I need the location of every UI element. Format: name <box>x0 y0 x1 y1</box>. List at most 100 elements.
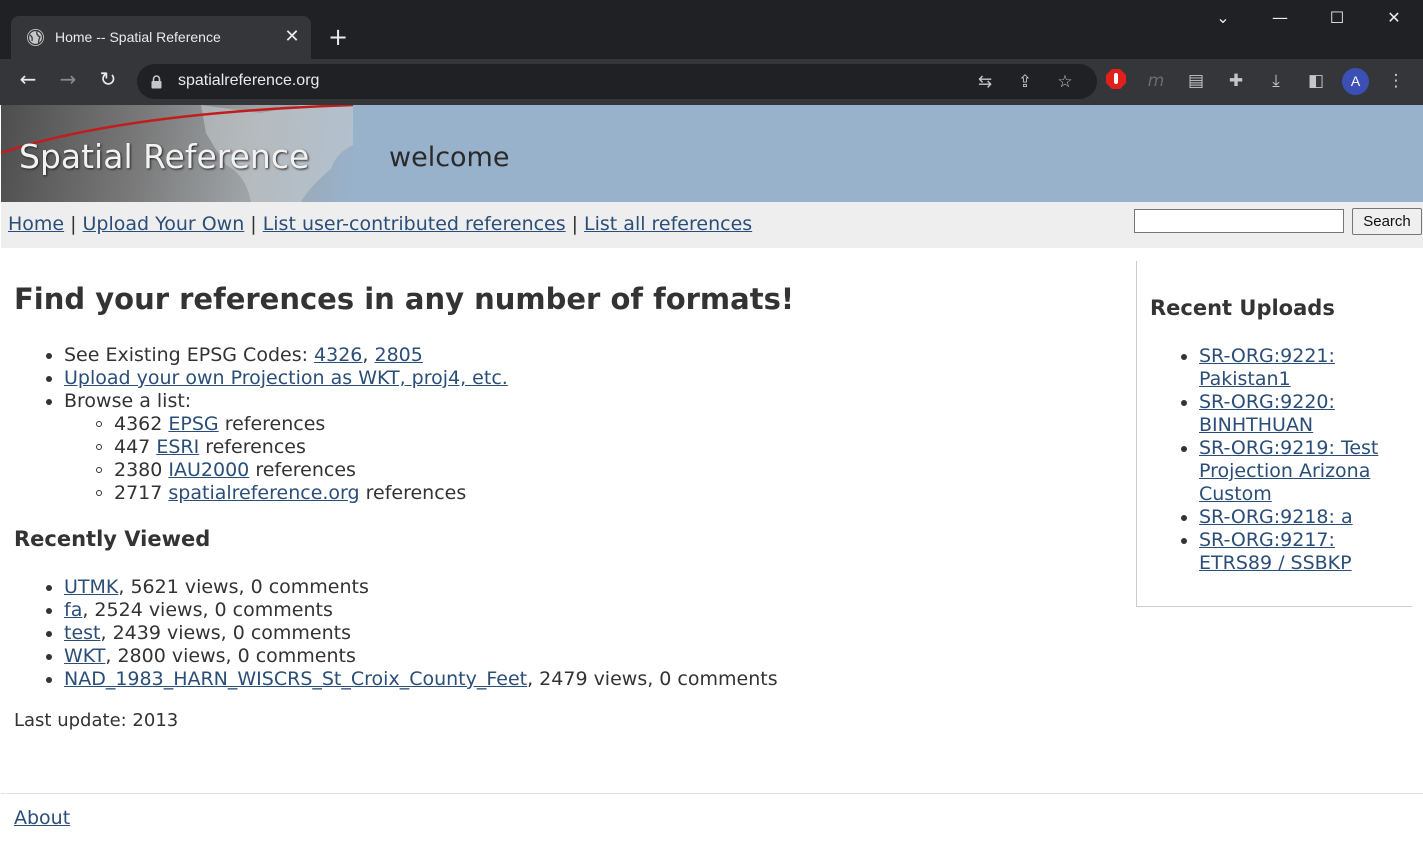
list-item: Browse a list: <box>46 390 508 413</box>
count: 2380 <box>114 459 163 481</box>
upload-line: ETRS89 / SSBKP <box>1199 552 1352 574</box>
sr-org-list-link[interactable]: spatialreference.org <box>168 482 359 504</box>
search-input[interactable] <box>1134 209 1344 233</box>
view-stats: , 2524 views, 0 comments <box>82 599 333 621</box>
bullet <box>1181 515 1187 521</box>
lock-icon[interactable] <box>151 74 162 93</box>
upload-link-9220[interactable]: SR-ORG:9220: BINHTHUAN <box>1199 391 1335 436</box>
recent-uploads-heading: Recent Uploads <box>1150 296 1335 320</box>
upload-line: BINHTHUAN <box>1199 414 1314 436</box>
nav-separator: | <box>70 213 77 235</box>
profile-avatar[interactable]: A <box>1342 68 1369 95</box>
nav-upload-link[interactable]: Upload Your Own <box>83 213 245 235</box>
list-item: SR-ORG:9217: ETRS89 / SSBKP <box>1181 529 1378 575</box>
extension-m-icon[interactable]: m <box>1143 68 1169 94</box>
list-item: test, 2439 views, 0 comments <box>46 622 778 645</box>
menu-icon[interactable]: ⋮ <box>1383 68 1409 94</box>
tab-search-chevron-icon[interactable]: ⌄ <box>1211 8 1235 32</box>
minimize-icon[interactable]: — <box>1268 8 1292 32</box>
upload-projection-link[interactable]: Upload your own Projection as WKT, proj4… <box>64 367 508 389</box>
upload-link-9221[interactable]: SR-ORG:9221: Pakistan1 <box>1199 345 1335 390</box>
about-link[interactable]: About <box>14 807 70 829</box>
adblock-icon[interactable] <box>1103 68 1129 94</box>
back-icon[interactable]: ← <box>13 67 43 97</box>
nav-user-contributed-link[interactable]: List user-contributed references <box>263 213 566 235</box>
recent-reference-link[interactable]: UTMK <box>64 576 118 598</box>
new-tab-button[interactable]: + <box>325 24 351 50</box>
share-icon[interactable]: ⇪ <box>1013 70 1037 94</box>
bullet <box>96 421 102 427</box>
list-item: WKT, 2800 views, 0 comments <box>46 645 778 668</box>
upload-line: SR-ORG:9218: a <box>1199 506 1353 528</box>
view-stats: , 2800 views, 0 comments <box>105 645 356 667</box>
forward-icon[interactable]: → <box>53 67 83 97</box>
view-stats: , 2439 views, 0 comments <box>100 622 352 644</box>
search-button[interactable]: Search <box>1352 208 1422 235</box>
nav-all-references-link[interactable]: List all references <box>584 213 752 235</box>
epsg-4326-link[interactable]: 4326 <box>314 344 362 366</box>
banner-heading: welcome <box>389 142 510 173</box>
upload-line: SR-ORG:9217: <box>1199 529 1335 551</box>
nav-links: Home | Upload Your Own | List user-contribut… <box>8 213 752 235</box>
reload-icon[interactable]: ↻ <box>93 67 123 97</box>
recent-reference-link[interactable]: fa <box>64 599 82 621</box>
bullet <box>46 585 52 591</box>
suffix: references <box>199 436 306 458</box>
bullet <box>96 444 102 450</box>
view-stats: , 5621 views, 0 comments <box>118 576 369 598</box>
upload-link-9218[interactable]: SR-ORG:9218: a <box>1199 506 1353 528</box>
list-item: 447 ESRI references <box>96 436 466 459</box>
last-update: Last update: 2013 <box>14 710 179 731</box>
close-window-icon[interactable]: ✕ <box>1382 8 1406 32</box>
translate-icon[interactable]: ⇆ <box>973 70 997 94</box>
list-item: fa, 2524 views, 0 comments <box>46 599 778 622</box>
nav-separator: | <box>250 213 257 235</box>
browse-label: Browse a list: <box>64 390 192 412</box>
view-stats: , 2479 views, 0 comments <box>527 668 778 690</box>
page-title: Find your references in any number of fo… <box>14 282 795 316</box>
bullet <box>46 353 52 359</box>
suffix: references <box>359 482 467 504</box>
recent-reference-link[interactable]: test <box>64 622 101 644</box>
intro-list: See Existing EPSG Codes: 4326, 2805 Uplo… <box>46 344 508 413</box>
esri-list-link[interactable]: ESRI <box>156 436 199 458</box>
list-item: SR-ORG:9220: BINHTHUAN <box>1181 391 1378 437</box>
web-page: Spatial Reference welcome Home | Upload Yo… <box>1 105 1423 846</box>
list-item: 4362 EPSG references <box>96 413 466 436</box>
epsg-list-link[interactable]: EPSG <box>168 413 218 435</box>
recent-reference-link[interactable]: WKT <box>64 645 105 667</box>
upload-link-9217[interactable]: SR-ORG:9217: ETRS89 / SSBKP <box>1199 529 1352 574</box>
globe-icon <box>27 29 44 46</box>
iau2000-list-link[interactable]: IAU2000 <box>168 459 249 481</box>
suffix: references <box>249 459 356 481</box>
tab-title: Home -- Spatial Reference <box>55 29 221 45</box>
list-item: SR-ORG:9218: a <box>1181 506 1378 529</box>
upload-link-9219[interactable]: SR-ORG:9219: Test Projection Arizona Custo… <box>1199 437 1378 505</box>
epsg-2805-link[interactable]: 2805 <box>375 344 423 366</box>
site-banner: Spatial Reference welcome <box>1 105 1423 202</box>
browser-tab-active[interactable]: Home -- Spatial Reference ✕ <box>11 16 311 59</box>
list-item: Upload your own Projection as WKT, proj4… <box>46 367 508 390</box>
tab-close-icon[interactable]: ✕ <box>279 24 305 50</box>
bullet <box>1181 446 1187 452</box>
list-item: SR-ORG:9219: Test Projection Arizona Custo… <box>1181 437 1378 506</box>
bullet <box>96 467 102 473</box>
footer-divider <box>1 793 1423 794</box>
upload-line: SR-ORG:9221: <box>1199 345 1335 367</box>
maximize-icon[interactable]: ☐ <box>1325 8 1349 32</box>
site-logo[interactable]: Spatial Reference <box>1 105 353 202</box>
url-text: spatialreference.org <box>178 72 320 89</box>
browser-toolbar: ← → ↻ spatialreference.org ⇆ ⇪ ☆ m ▤ ✚ ⤓… <box>0 59 1423 105</box>
bullet <box>46 376 52 382</box>
download-icon[interactable]: ⤓ <box>1263 68 1289 94</box>
recently-viewed-list: UTMK, 5621 views, 0 comments fa, 2524 vi… <box>46 576 778 691</box>
address-bar[interactable]: spatialreference.org ⇆ ⇪ ☆ <box>137 64 1097 99</box>
sidepanel-icon[interactable]: ◧ <box>1303 68 1329 94</box>
suffix: references <box>218 413 326 435</box>
existing-codes-label: See Existing EPSG Codes: <box>64 344 315 366</box>
reader-icon[interactable]: ▤ <box>1183 68 1209 94</box>
star-icon[interactable]: ☆ <box>1053 70 1077 94</box>
nav-home-link[interactable]: Home <box>8 213 64 235</box>
puzzle-icon[interactable]: ✚ <box>1223 68 1249 94</box>
recent-reference-link[interactable]: NAD_1983_HARN_WISCRS_St_Croix_County_Fee… <box>64 668 527 690</box>
